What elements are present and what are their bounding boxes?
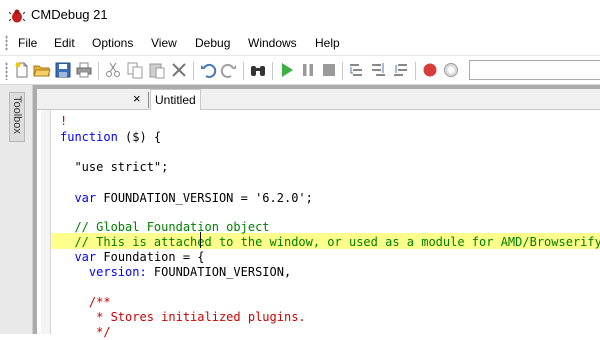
run-icon[interactable] xyxy=(278,61,296,79)
toolbar-separator xyxy=(98,62,99,80)
text-caret xyxy=(200,232,201,248)
menu-file[interactable]: File xyxy=(18,36,37,50)
undo-icon[interactable] xyxy=(199,61,217,79)
find-binoculars-icon[interactable] xyxy=(249,61,267,79)
delete-icon[interactable] xyxy=(170,61,188,79)
toolbar xyxy=(0,55,600,85)
toolbar-grip-handle[interactable] xyxy=(5,62,8,80)
new-file-icon[interactable] xyxy=(13,61,31,79)
copy-icon[interactable] xyxy=(126,61,144,79)
stop-icon[interactable] xyxy=(320,61,338,79)
code-line: function ($) { xyxy=(60,130,162,144)
breakpoint-icon[interactable] xyxy=(421,61,439,79)
step-over-icon[interactable] xyxy=(370,61,388,79)
step-into-icon[interactable] xyxy=(348,61,366,79)
window-title: CMDebug 21 xyxy=(31,7,108,22)
save-icon[interactable] xyxy=(54,61,72,79)
editor-gutter xyxy=(41,110,50,334)
toolbar-separator xyxy=(342,62,343,80)
bug-app-icon xyxy=(9,9,25,23)
code-line: * Stores initialized plugins. xyxy=(60,310,306,324)
code-line: */ xyxy=(60,325,111,339)
title-bar: CMDebug 21 xyxy=(0,0,600,31)
menu-options[interactable]: Options xyxy=(92,36,133,50)
code-line: // This is attached to the window, or us… xyxy=(60,235,600,249)
menu-view[interactable]: View xyxy=(151,36,177,50)
tab-untitled[interactable]: Untitled xyxy=(150,89,201,110)
toolbar-separator xyxy=(415,62,416,80)
toolbar-separator xyxy=(272,62,273,80)
toolbar-combo-input[interactable] xyxy=(469,60,600,80)
pause-icon[interactable] xyxy=(299,61,317,79)
toolbar-separator xyxy=(243,62,244,80)
menu-edit[interactable]: Edit xyxy=(54,36,75,50)
code-line: // Global Foundation object xyxy=(60,220,270,234)
menu-grip-handle[interactable] xyxy=(5,35,8,51)
code-line: var FOUNDATION_VERSION = '6.2.0'; xyxy=(74,191,313,205)
step-out-icon[interactable] xyxy=(392,61,410,79)
tab-close-icon[interactable]: × xyxy=(133,91,141,106)
toolbox-label[interactable]: Toolbox xyxy=(9,96,25,140)
open-folder-icon[interactable] xyxy=(33,61,51,79)
cut-icon[interactable] xyxy=(104,61,122,79)
toolbar-separator xyxy=(193,62,194,80)
code-line: var Foundation = { xyxy=(74,250,205,264)
code-line: "use strict"; xyxy=(60,160,169,174)
tab-separator xyxy=(148,92,149,108)
menu-windows[interactable]: Windows xyxy=(248,36,297,50)
print-icon[interactable] xyxy=(75,61,93,79)
gutter-divider xyxy=(50,110,51,334)
paste-icon[interactable] xyxy=(148,61,166,79)
menu-bar: File Edit Options View Debug Windows Hel… xyxy=(0,31,600,55)
tab-bar xyxy=(37,89,600,110)
redo-icon[interactable] xyxy=(220,61,238,79)
clear-breakpoints-icon[interactable] xyxy=(442,61,460,79)
code-line: ! xyxy=(60,114,68,128)
code-line: version: FOUNDATION_VERSION, xyxy=(88,265,292,279)
menu-help[interactable]: Help xyxy=(315,36,340,50)
menu-debug[interactable]: Debug xyxy=(195,36,230,50)
code-line: /** xyxy=(60,295,111,309)
